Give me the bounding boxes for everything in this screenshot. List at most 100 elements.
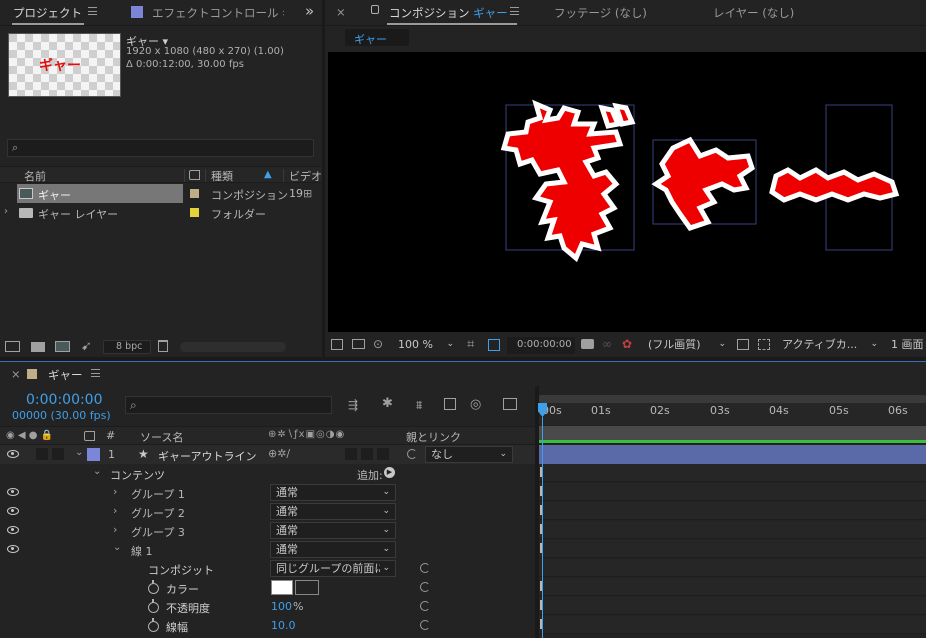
layer-switches[interactable]: ⊕✲∕ [268, 448, 290, 459]
always-preview-icon[interactable] [331, 339, 343, 350]
mask-icon[interactable]: ⊙ [373, 338, 383, 350]
tab-timeline[interactable]: ギャー [48, 367, 83, 383]
flowchart-icon[interactable]: ⊞ [303, 188, 312, 199]
close-icon[interactable]: × [11, 367, 21, 381]
solo-box[interactable] [36, 448, 48, 460]
blend-mode-dropdown[interactable]: 通常 ⌄ [270, 541, 396, 558]
layer-duration-bar[interactable] [539, 445, 926, 464]
frame-blending-icon[interactable] [444, 398, 456, 410]
col-type-header[interactable]: 種類 [211, 168, 233, 184]
show-snapshot-icon[interactable]: ∞ [602, 338, 612, 350]
blend-mode-dropdown[interactable]: 通常 ⌄ [270, 503, 396, 520]
visibility-icon[interactable] [7, 526, 19, 534]
expression-pick-whip-icon[interactable] [420, 582, 430, 592]
chevron-right-icon[interactable]: › [4, 207, 8, 217]
group-row[interactable]: › グループ 2 通常 ⌄ [0, 502, 535, 521]
project-item-row[interactable]: ギャー コンポジション 19 ⊞ [0, 184, 322, 203]
stopwatch-icon[interactable] [148, 618, 159, 632]
panel-menu-icon[interactable] [88, 7, 97, 15]
switch-box[interactable] [377, 448, 389, 460]
chevron-down-icon[interactable]: ⌄ [75, 448, 83, 458]
chevron-down-icon[interactable]: ⌄ [93, 467, 101, 477]
col-name-header[interactable]: 名前 [24, 168, 46, 184]
resolution-dropdown[interactable]: (フル画質) ⌄ [643, 337, 731, 354]
chevron-right-icon[interactable]: › [113, 505, 117, 516]
adjust-icon[interactable]: ➹ [81, 340, 92, 353]
bpc-button[interactable]: 8 bpc [103, 340, 151, 354]
video-visibility-icon[interactable] [7, 450, 19, 458]
current-time-display[interactable]: 0:00:00:00 [26, 392, 103, 408]
work-area-range[interactable] [539, 440, 926, 443]
sort-ascending-icon[interactable]: ▲ [264, 170, 272, 180]
tab-project[interactable]: プロジェクト [13, 5, 82, 21]
switch-box[interactable] [361, 448, 373, 460]
comp-breadcrumb-chip[interactable]: ギャー [345, 29, 409, 46]
add-label[interactable]: 追加: [357, 467, 383, 483]
graph-editor-icon[interactable] [503, 398, 517, 410]
eyedropper-icon[interactable] [295, 580, 319, 595]
label-tag-icon[interactable] [189, 170, 200, 180]
layer-label-swatch[interactable] [87, 448, 100, 461]
expand-panels-icon[interactable]: » [305, 2, 314, 20]
trash-icon[interactable] [158, 340, 168, 352]
blend-mode-dropdown[interactable]: 通常 ⌄ [270, 484, 396, 501]
color-row[interactable]: カラー [0, 578, 535, 597]
visibility-icon[interactable] [7, 488, 19, 496]
chevron-right-icon[interactable]: › [113, 524, 117, 535]
switch-box[interactable] [345, 448, 357, 460]
fast-preview-icon[interactable] [737, 339, 749, 350]
lock-box[interactable] [52, 448, 64, 460]
tab-footage[interactable]: フッテージ (なし) [554, 5, 647, 21]
new-folder-icon[interactable] [31, 342, 45, 352]
project-item-row[interactable]: › ギャー レイヤー フォルダー [0, 203, 322, 222]
interpret-footage-icon[interactable] [5, 341, 20, 352]
draft-3d-icon[interactable]: ✱ [382, 397, 393, 410]
camera-snapshot-icon[interactable] [581, 339, 594, 349]
expression-pick-whip-icon[interactable] [420, 601, 430, 611]
col-video-header[interactable]: ビデオ [289, 168, 322, 184]
close-icon[interactable]: × [336, 5, 346, 19]
stopwatch-icon[interactable] [148, 599, 159, 613]
layer-name[interactable]: ギャーアウトライン [158, 448, 257, 464]
panel-menu-icon[interactable] [91, 369, 100, 377]
expression-pick-whip-icon[interactable] [420, 620, 430, 630]
stroke-color-swatch[interactable] [271, 580, 293, 595]
shy-layers-icon[interactable]: ⩩ [416, 399, 422, 411]
visibility-icon[interactable] [7, 507, 19, 515]
contents-row[interactable]: ⌄ コンテンツ 追加: ▶ [0, 464, 535, 483]
transparency-grid-icon[interactable] [488, 339, 500, 351]
color-channels-icon[interactable]: ✿ [622, 338, 632, 350]
group-row[interactable]: › グループ 3 通常 ⌄ [0, 521, 535, 540]
visibility-icon[interactable] [7, 545, 19, 553]
stopwatch-icon[interactable] [148, 580, 159, 594]
parent-dropdown[interactable]: なし ⌄ [425, 446, 513, 463]
motion-blur-icon[interactable]: ◎ [470, 398, 481, 411]
tab-composition[interactable]: コンポジション ギャー [389, 5, 508, 21]
chevron-down-icon[interactable]: ⌄ [113, 543, 121, 553]
blend-mode-dropdown[interactable]: 通常 ⌄ [270, 522, 396, 539]
col-parent-header[interactable]: 親とリンク [406, 429, 461, 445]
comp-flowchart-icon[interactable]: ⇶ [348, 399, 358, 411]
time-ruler[interactable]: 00s 01s 02s 03s 04s 05s 06s [539, 403, 926, 425]
toggle-grid-icon[interactable] [758, 339, 770, 350]
label-color-swatch[interactable] [190, 189, 199, 198]
stroke-row[interactable]: ⌄ 線 1 通常 ⌄ [0, 540, 535, 559]
zoom-dropdown[interactable]: 100 % ⌄ [393, 337, 459, 354]
opacity-value[interactable]: 100 [271, 600, 292, 613]
opacity-row[interactable]: 不透明度 100 % [0, 597, 535, 616]
expression-pick-whip-icon[interactable] [420, 563, 430, 573]
width-value[interactable]: 10.0 [271, 619, 296, 632]
layer-row[interactable]: ⌄ 1 ★ ギャーアウトライン ⊕✲∕ なし ⌄ [0, 445, 535, 464]
label-color-swatch[interactable] [190, 208, 199, 217]
panel-menu-icon[interactable] [510, 7, 519, 15]
composite-row[interactable]: コンポジット 同じグループの前面に ⌄ [0, 559, 535, 578]
region-of-interest-icon[interactable]: ⌗ [467, 338, 474, 351]
time-navigator[interactable] [539, 395, 926, 403]
views-dropdown[interactable]: 1 画面 [886, 337, 926, 354]
tab-effect-controls[interactable]: エフェクトコントロール ギ [152, 5, 284, 21]
project-search-input[interactable]: ⌕ [7, 139, 314, 157]
work-area-bar[interactable] [539, 426, 926, 440]
lock-icon[interactable] [371, 5, 379, 14]
composite-dropdown[interactable]: 同じグループの前面に ⌄ [270, 560, 396, 577]
col-source-header[interactable]: ソース名 [140, 429, 183, 445]
